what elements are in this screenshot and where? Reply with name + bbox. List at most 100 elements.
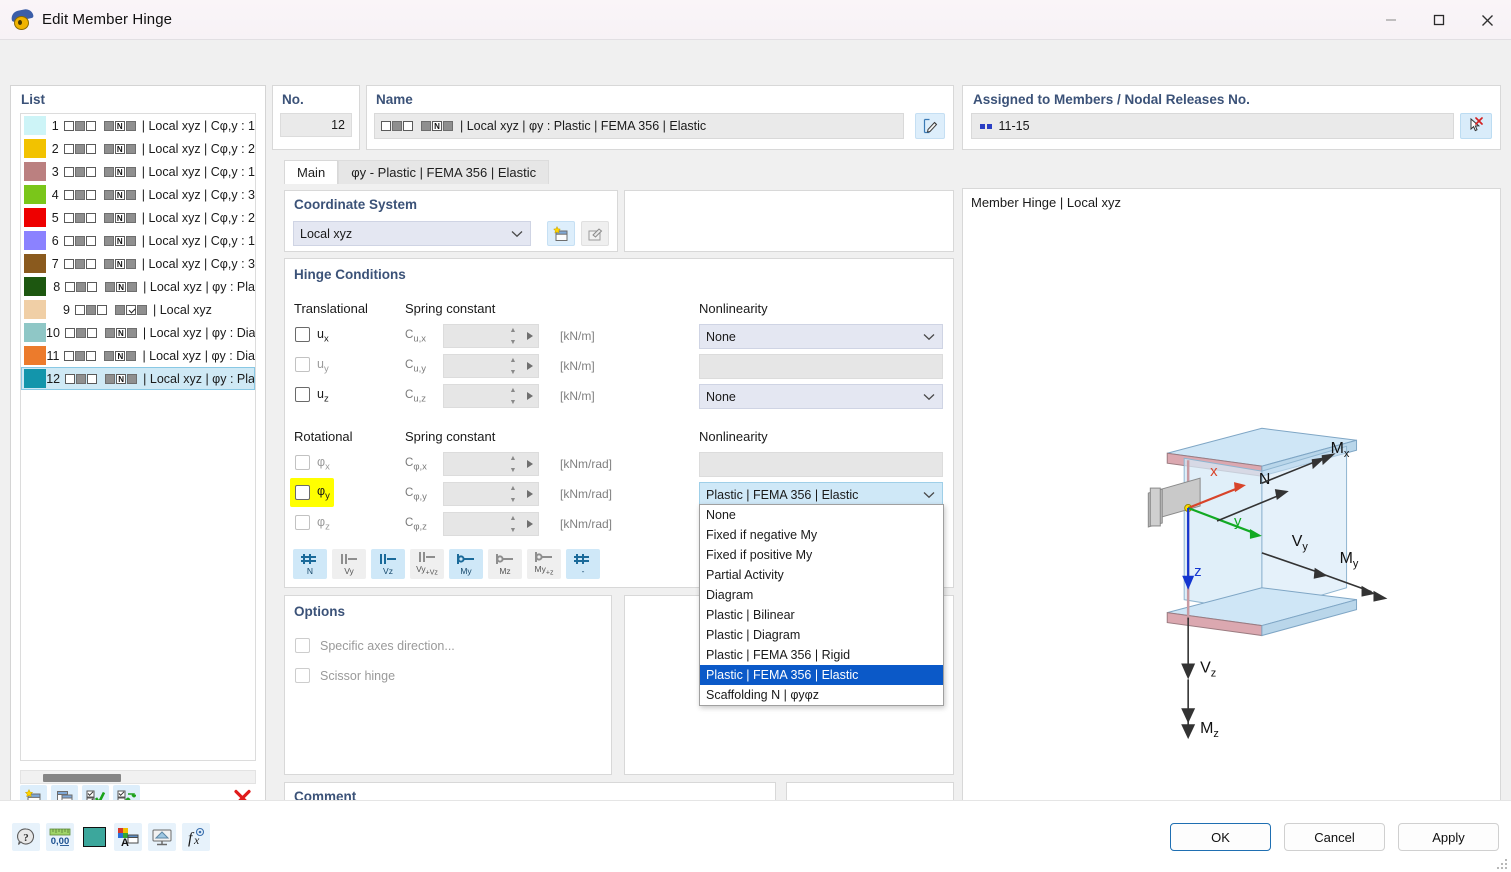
list-item-number: 4 [46, 188, 59, 202]
dropdown-item[interactable]: Plastic | FEMA 356 | Elastic [700, 665, 943, 685]
list-item[interactable]: 5N| Local xyz | Cφ,y : 2 [21, 206, 255, 229]
number-panel: No. 12 [272, 85, 360, 150]
dof-checkbox[interactable] [295, 327, 310, 342]
list-item[interactable]: 9| Local xyz [21, 298, 255, 321]
new-coordinate-system-button[interactable] [547, 221, 575, 246]
list-item-number: 6 [46, 234, 59, 248]
dropdown-item[interactable]: Scaffolding N | φyφz [700, 685, 943, 705]
spring-constant-input[interactable]: ▲▼ [443, 482, 539, 506]
nonlinearity-value: None [706, 390, 736, 404]
dof-checkbox[interactable] [295, 455, 310, 470]
dropdown-item[interactable]: Fixed if negative My [700, 525, 943, 545]
hinge-type-button-Vz[interactable]: Vz [371, 549, 405, 579]
visibility-icon[interactable] [148, 823, 176, 851]
hinge-type-button-Myz[interactable]: My+z [527, 549, 561, 579]
tab-main[interactable]: Main [284, 160, 338, 184]
display-properties-icon[interactable]: A [114, 823, 142, 851]
nonlinearity-header-2: Nonlinearity [699, 429, 768, 444]
resize-grip[interactable] [1495, 857, 1507, 869]
hinge-list[interactable]: 1N| Local xyz | Cφ,y : 12N| Local xyz | … [20, 113, 256, 761]
list-item-label: | Local xyz | Cφ,y : 2 [142, 211, 255, 225]
list-item[interactable]: 12N| Local xyz | φy : Pla [21, 367, 255, 390]
color-swatch [24, 162, 46, 181]
spring-constant-input[interactable]: ▲▼ [443, 512, 539, 536]
apply-button[interactable]: Apply [1398, 823, 1499, 851]
list-item[interactable]: 11N| Local xyz | φy : Dia [21, 344, 255, 367]
assigned-members-field[interactable]: 11-15 [971, 113, 1454, 139]
edit-member-hinge-dialog: Edit Member Hinge List 1N| Local xyz | C… [0, 0, 1511, 872]
help-icon[interactable]: ? [12, 823, 40, 851]
hinge-type-button-My[interactable]: My [449, 549, 483, 579]
list-item-number: 11 [46, 349, 59, 363]
option-specific-axes-direction[interactable]: Specific axes direction... [295, 638, 455, 653]
list-item[interactable]: 10N| Local xyz | φy : Dia [21, 321, 255, 344]
maximize-button[interactable] [1415, 0, 1463, 40]
specific-axes-direction-checkbox[interactable] [295, 638, 310, 653]
rotational-header: Rotational [294, 429, 353, 444]
viewport-panel[interactable]: Member Hinge | Local xyz [962, 188, 1501, 837]
option-scissor-hinge[interactable]: Scissor hinge [295, 668, 395, 683]
dropdown-item[interactable]: Plastic | Diagram [700, 625, 943, 645]
dropdown-item[interactable]: None [700, 505, 943, 525]
dof-checkbox[interactable] [295, 485, 310, 500]
edit-name-button[interactable] [915, 113, 945, 139]
dof-checkbox-highlight[interactable]: φy [290, 478, 334, 507]
ok-button[interactable]: OK [1170, 823, 1271, 851]
select-members-button[interactable] [1460, 113, 1492, 139]
hinge-name-field[interactable]: N | Local xyz | φy : Plastic | FEMA 356 … [374, 113, 904, 139]
chevron-down-icon [923, 330, 935, 344]
app-logo-icon [11, 9, 33, 31]
nonlinearity-select[interactable] [699, 354, 943, 379]
units-icon[interactable]: 0,00 [46, 823, 74, 851]
tab-plastic-fema[interactable]: φy - Plastic | FEMA 356 | Elastic [338, 160, 549, 184]
spring-constant-input[interactable]: ▲▼ [443, 354, 539, 378]
hinge-glyph-badges: N [64, 351, 136, 361]
spring-constant-input[interactable]: ▲▼ [443, 324, 539, 348]
list-item[interactable]: 3N| Local xyz | Cφ,y : 1 [21, 160, 255, 183]
list-item[interactable]: 4N| Local xyz | Cφ,y : 3 [21, 183, 255, 206]
cancel-button[interactable]: Cancel [1284, 823, 1385, 851]
options-title: Options [294, 604, 345, 619]
dof-checkbox[interactable] [295, 387, 310, 402]
hinge-type-button-Vy[interactable]: Vy [332, 549, 366, 579]
dropdown-item[interactable]: Partial Activity [700, 565, 943, 585]
nonlinearity-dropdown-list[interactable]: NoneFixed if negative MyFixed if positiv… [699, 504, 944, 706]
hinge-type-button-VyVz[interactable]: Vy+Vz [410, 549, 444, 579]
list-item[interactable]: 7N| Local xyz | Cφ,y : 3 [21, 252, 255, 275]
color-swatch-icon[interactable] [80, 823, 108, 851]
coordinate-system-select[interactable]: Local xyz [293, 221, 531, 246]
edit-coordinate-system-button[interactable] [581, 221, 609, 246]
dof-checkbox[interactable] [295, 515, 310, 530]
force-label-Vz: Vz [1200, 659, 1216, 679]
dropdown-item[interactable]: Plastic | FEMA 356 | Rigid [700, 645, 943, 665]
nonlinearity-select[interactable]: None [699, 384, 943, 409]
spring-constant-input[interactable]: ▲▼ [443, 452, 539, 476]
nonlinearity-select[interactable] [699, 452, 943, 477]
hinge-number-field[interactable]: 12 [280, 113, 352, 137]
dropdown-item[interactable]: Diagram [700, 585, 943, 605]
list-item[interactable]: 2N| Local xyz | Cφ,y : 2 [21, 137, 255, 160]
member-hinge-3d-view[interactable]: x y z N Mx Vy [963, 189, 1500, 836]
dof-label: ux [317, 327, 329, 345]
hinge-type-button-N[interactable]: N [293, 549, 327, 579]
dropdown-item[interactable]: Plastic | Bilinear [700, 605, 943, 625]
hinge-type-button-Mz[interactable]: Mz [488, 549, 522, 579]
hinge-type-label: Vy [344, 567, 354, 576]
hinge-type-button-[interactable]: - [566, 549, 600, 579]
list-item[interactable]: 1N| Local xyz | Cφ,y : 1 [21, 114, 255, 137]
scissor-hinge-checkbox[interactable] [295, 668, 310, 683]
close-button[interactable] [1463, 0, 1511, 40]
minimize-button[interactable] [1367, 0, 1415, 40]
dropdown-item[interactable]: Fixed if positive My [700, 545, 943, 565]
spring-constant-input[interactable]: ▲▼ [443, 384, 539, 408]
list-horizontal-scrollbar[interactable] [20, 770, 256, 784]
window-title: Edit Member Hinge [42, 11, 172, 28]
dof-checkbox[interactable] [295, 357, 310, 372]
axis-label-y: y [1234, 513, 1242, 530]
formula-icon[interactable]: f x [182, 823, 210, 851]
list-item[interactable]: 8N| Local xyz | φy : Pla [21, 275, 255, 298]
hinge-type-label: - [582, 567, 585, 576]
list-item[interactable]: 6N| Local xyz | Cφ,y : 1 [21, 229, 255, 252]
scrollbar-thumb[interactable] [43, 774, 121, 782]
nonlinearity-select[interactable]: None [699, 324, 943, 349]
